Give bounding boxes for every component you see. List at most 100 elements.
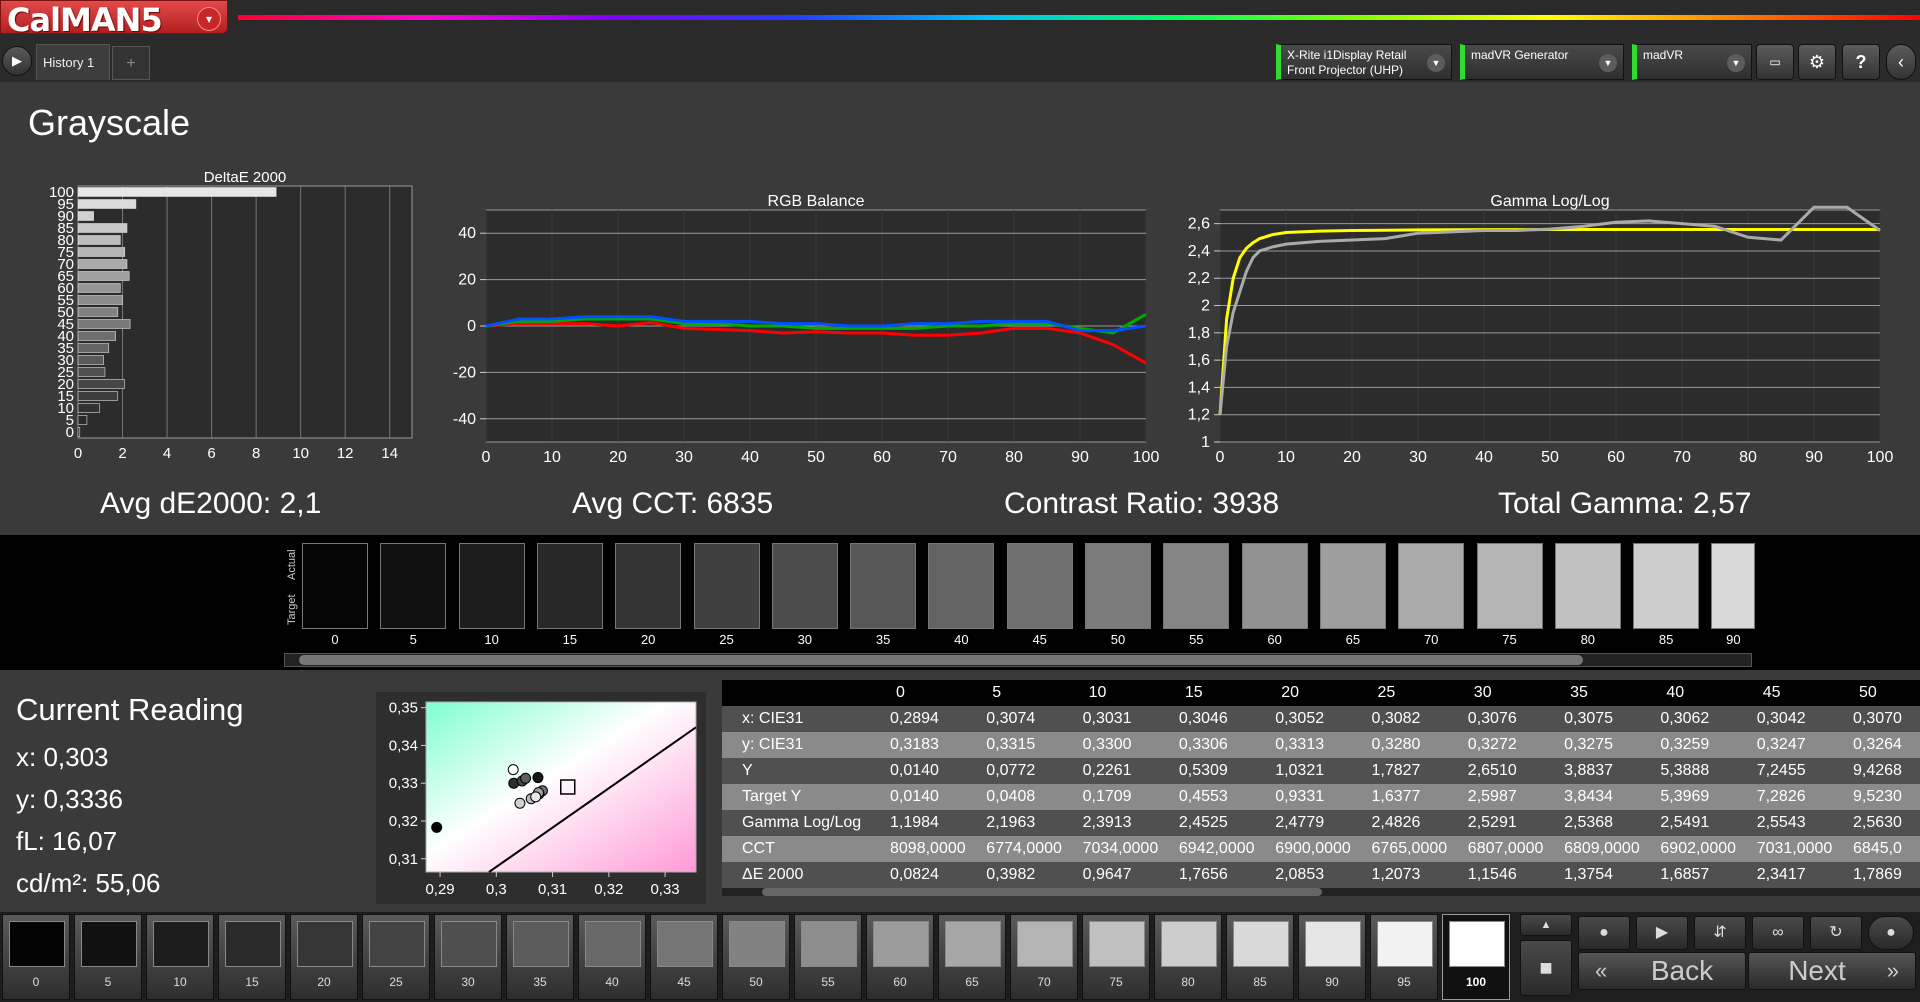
table-scrollbar[interactable] — [722, 888, 1920, 896]
patch-chip — [369, 921, 425, 967]
swatch-label: 50 — [1110, 632, 1126, 647]
scrollbar-thumb[interactable] — [299, 655, 1583, 665]
chevron-right-icon: » — [1886, 958, 1899, 983]
column-header[interactable]: 50 — [1859, 684, 1877, 702]
app-logo-button[interactable]: CalMAN5 ▾ — [0, 0, 228, 39]
generator-selector[interactable]: madVR Generator ▼ — [1460, 44, 1624, 80]
swatch-75[interactable] — [1476, 543, 1543, 629]
swatch-35[interactable] — [850, 543, 917, 629]
patch-90[interactable]: 90 — [1298, 914, 1366, 1000]
scrollbar-thumb[interactable] — [762, 888, 1322, 896]
add-tab-button[interactable]: + — [112, 46, 150, 80]
display-selector[interactable]: madVR ▼ — [1632, 44, 1752, 80]
patch-65[interactable]: 65 — [938, 914, 1006, 1000]
next-button[interactable]: Next » — [1748, 952, 1916, 990]
patch-45[interactable]: 45 — [650, 914, 718, 1000]
swatch-30[interactable] — [771, 543, 838, 629]
patch-75[interactable]: 75 — [1082, 914, 1150, 1000]
chevron-down-icon[interactable]: ▼ — [1427, 54, 1445, 72]
swatch-25[interactable] — [693, 543, 760, 629]
patch-70[interactable]: 70 — [1010, 914, 1078, 1000]
meter-selector[interactable]: X-Rite i1Display Retail Front Projector … — [1276, 44, 1452, 80]
swatch-80[interactable] — [1554, 543, 1621, 629]
continuous-icon[interactable]: ∞ — [1752, 916, 1804, 950]
bar — [77, 391, 118, 401]
swatch-0[interactable] — [302, 543, 368, 629]
patch-40[interactable]: 40 — [578, 914, 646, 1000]
table-cell: 2,5543 — [1756, 814, 1806, 831]
patch-30[interactable]: 30 — [434, 914, 502, 1000]
stop-icon[interactable]: ■ — [1520, 940, 1572, 996]
column-header[interactable]: 35 — [1570, 684, 1588, 702]
swatch-50[interactable] — [1085, 543, 1151, 629]
swatch-55[interactable] — [1163, 543, 1230, 629]
reading-panel: Current Reading x: 0,303 y: 0,3336 fL: 1… — [0, 670, 1920, 912]
table-cell: 0,0140 — [890, 788, 939, 805]
table-cell: 2,5368 — [1564, 814, 1614, 831]
column-header[interactable]: 30 — [1474, 684, 1492, 702]
patch-20[interactable]: 20 — [290, 914, 358, 1000]
swatch-85[interactable] — [1633, 543, 1700, 629]
tab-history[interactable]: History 1 — [36, 44, 110, 80]
swatch-10[interactable] — [458, 543, 525, 629]
patch-80[interactable]: 80 — [1154, 914, 1222, 1000]
patch-10[interactable]: 10 — [146, 914, 214, 1000]
swatch-90[interactable] — [1711, 543, 1756, 629]
patch-0[interactable]: 0 — [2, 914, 70, 1000]
column-header[interactable]: 10 — [1089, 684, 1107, 702]
stop-measure-icon[interactable]: ● — [1578, 916, 1630, 950]
swatch-20[interactable] — [615, 543, 682, 629]
back-button[interactable]: « Back — [1578, 952, 1746, 990]
avg-cct-readout: Avg CCT: 6835 — [572, 487, 774, 520]
patch-15[interactable]: 15 — [218, 914, 286, 1000]
chevron-up-icon[interactable]: ▲ — [1520, 914, 1572, 936]
display-icon[interactable]: ▭ — [1756, 44, 1794, 80]
patch-95[interactable]: 95 — [1370, 914, 1438, 1000]
patch-85[interactable]: 85 — [1226, 914, 1294, 1000]
patch-55[interactable]: 55 — [794, 914, 862, 1000]
swatch-65[interactable] — [1319, 543, 1386, 629]
play-measure-icon[interactable]: ▶ — [1636, 916, 1688, 950]
y-tick-label: 1 — [1201, 434, 1210, 451]
column-header[interactable]: 40 — [1666, 684, 1684, 702]
table-cell: 8098,0000 — [890, 840, 966, 857]
chevron-down-icon[interactable]: ▼ — [1727, 54, 1745, 72]
swatch-15[interactable] — [536, 543, 603, 629]
patch-label: 100 — [1465, 975, 1487, 989]
patch-50[interactable]: 50 — [722, 914, 790, 1000]
repeat-icon[interactable]: ⇵ — [1694, 916, 1746, 950]
swatch-45[interactable] — [1006, 543, 1073, 629]
swatch-5[interactable] — [380, 543, 447, 629]
column-header[interactable]: 5 — [992, 684, 1001, 702]
gear-icon[interactable]: ⚙ — [1798, 44, 1836, 80]
column-header[interactable]: 20 — [1281, 684, 1299, 702]
swatch-40[interactable] — [928, 543, 995, 629]
help-icon[interactable]: ? — [1842, 44, 1880, 80]
patch-35[interactable]: 35 — [506, 914, 574, 1000]
swatch-60[interactable] — [1241, 543, 1308, 629]
row-label: Target Y — [742, 788, 802, 805]
refresh-icon[interactable]: ↻ — [1810, 916, 1862, 950]
x-tick-label: 10 — [543, 449, 561, 466]
patch-chip — [1161, 921, 1217, 967]
column-header[interactable]: 0 — [896, 684, 905, 702]
chevron-down-icon[interactable]: ▼ — [1599, 54, 1617, 72]
status-icon: ● — [1868, 916, 1914, 950]
swatch-scrollbar[interactable] — [284, 653, 1752, 667]
patch-100[interactable]: 100 — [1442, 914, 1510, 1000]
table-cell: 0,3280 — [1371, 736, 1421, 753]
reading-fl: fL: 16,07 — [16, 826, 118, 856]
patch-5[interactable]: 5 — [74, 914, 142, 1000]
column-header[interactable]: 15 — [1185, 684, 1203, 702]
row-label: y: CIE31 — [742, 736, 804, 753]
reading-cdm2: cd/m²: 55,06 — [16, 868, 161, 898]
play-icon[interactable]: ▶ — [2, 46, 32, 76]
swatch-70[interactable] — [1398, 543, 1465, 629]
column-header[interactable]: 45 — [1763, 684, 1781, 702]
column-header[interactable]: 25 — [1378, 684, 1396, 702]
table-cell: 1,1984 — [890, 814, 939, 831]
chevron-left-icon[interactable]: ‹ — [1886, 44, 1916, 80]
patch-25[interactable]: 25 — [362, 914, 430, 1000]
patch-60[interactable]: 60 — [866, 914, 934, 1000]
chevron-down-icon[interactable]: ▾ — [197, 7, 221, 31]
